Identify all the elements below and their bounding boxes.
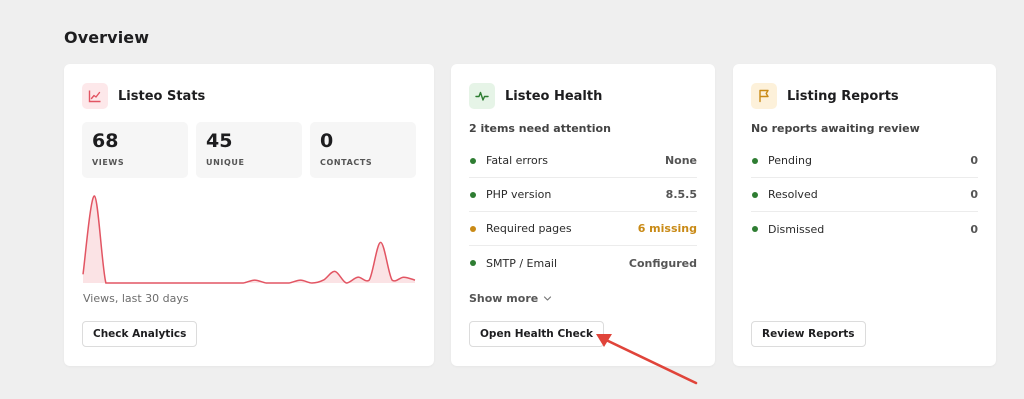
health-card: Listeo Health 2 items need attention Fat… — [451, 64, 715, 366]
chart-area — [83, 195, 415, 283]
health-row-php-version: PHP version 8.5.5 — [469, 178, 697, 212]
health-card-title: Listeo Health — [505, 88, 603, 104]
chart-line-views — [82, 195, 416, 284]
row-value: 8.5.5 — [665, 188, 697, 201]
stat-label: VIEWS — [92, 158, 125, 167]
health-row-smtp-email: SMTP / Email Configured — [469, 246, 697, 280]
health-row-required-pages: Required pages 6 missing — [469, 212, 697, 246]
health-list: Fatal errors None PHP version 8.5.5 Requ… — [469, 144, 697, 280]
annotation-arrow-icon — [596, 334, 698, 385]
flag-icon — [751, 83, 777, 109]
row-label: PHP version — [486, 188, 552, 201]
stat-views: 68 VIEWS — [82, 122, 188, 178]
row-value: None — [664, 154, 697, 167]
row-value: 6 missing — [637, 222, 697, 235]
check-analytics-button[interactable]: Check Analytics — [82, 321, 198, 347]
row-label: Pending — [768, 154, 812, 167]
status-warning-icon — [470, 225, 476, 232]
reports-card-header: Listing Reports — [751, 83, 899, 109]
health-row-fatal-errors: Fatal errors None — [469, 144, 697, 178]
open-health-check-button[interactable]: Open Health Check — [469, 321, 604, 347]
status-ok-icon — [470, 157, 476, 164]
views-sparkline-chart — [82, 195, 416, 284]
stat-value: 45 — [206, 130, 233, 152]
reports-card-title: Listing Reports — [787, 88, 899, 104]
chart-caption: Views, last 30 days — [83, 292, 189, 305]
review-reports-button[interactable]: Review Reports — [751, 321, 866, 347]
status-ok-icon — [470, 191, 476, 198]
status-ok-icon — [752, 226, 758, 232]
reports-card: Listing Reports No reports awaiting revi… — [733, 64, 996, 366]
line-chart-icon — [82, 83, 108, 109]
stats-card-title: Listeo Stats — [118, 88, 206, 104]
row-value: 0 — [970, 154, 978, 167]
stat-label: CONTACTS — [320, 158, 373, 167]
page-title: Overview — [64, 28, 150, 47]
row-label: Fatal errors — [486, 154, 549, 167]
health-summary: 2 items need attention — [469, 122, 611, 135]
reports-row-pending: Pending 0 — [751, 144, 978, 178]
stat-unique: 45 UNIQUE — [196, 122, 302, 178]
reports-list: Pending 0 Resolved 0 Dismissed 0 — [751, 144, 978, 246]
stats-card: Listeo Stats 68 VIEWS 45 UNIQUE 0 CONTAC… — [64, 64, 434, 366]
show-more-label: Show more — [469, 292, 539, 305]
pulse-icon — [469, 83, 495, 109]
row-value: Configured — [628, 256, 697, 270]
row-label: SMTP / Email — [486, 256, 558, 270]
stat-contacts: 0 CONTACTS — [310, 122, 416, 178]
status-ok-icon — [752, 191, 758, 198]
status-ok-icon — [470, 260, 476, 266]
row-label: Dismissed — [768, 222, 825, 236]
stat-value: 68 — [92, 130, 119, 152]
status-ok-icon — [752, 157, 758, 164]
health-card-header: Listeo Health — [469, 83, 602, 109]
reports-summary: No reports awaiting review — [751, 122, 920, 135]
show-more-toggle[interactable]: Show more — [469, 292, 552, 305]
stat-label: UNIQUE — [206, 158, 245, 167]
reports-row-resolved: Resolved 0 — [751, 178, 978, 212]
row-label: Required pages — [486, 222, 572, 235]
row-value: 0 — [970, 188, 978, 201]
chevron-down-icon — [544, 296, 552, 301]
row-value: 0 — [970, 222, 978, 236]
row-label: Resolved — [768, 188, 818, 201]
stats-card-header: Listeo Stats — [82, 83, 205, 109]
reports-row-dismissed: Dismissed 0 — [751, 212, 978, 246]
stat-value: 0 — [320, 130, 334, 152]
